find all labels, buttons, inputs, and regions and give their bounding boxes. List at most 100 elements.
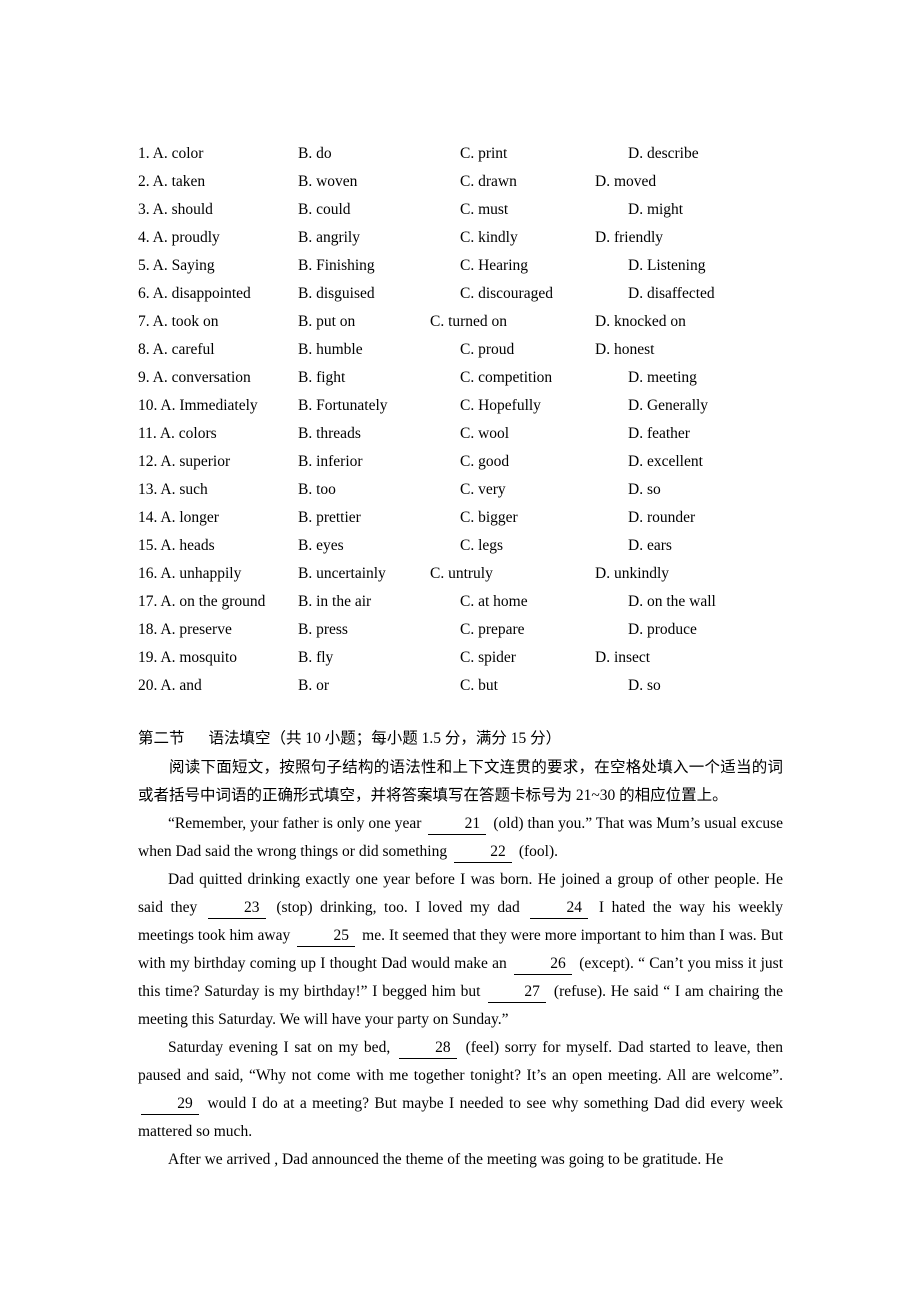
cloze-option-d[interactable]: D. Generally [628,392,708,420]
cloze-option-c[interactable]: C. but [460,672,498,700]
passage-paragraph-3: Saturday evening I sat on my bed, 28 (fe… [138,1034,783,1146]
cloze-option-b[interactable]: B. woven [298,168,357,196]
cloze-option-b[interactable]: B. put on [298,308,355,336]
cloze-option-d[interactable]: D. rounder [628,504,695,532]
cloze-option-d[interactable]: D. describe [628,140,699,168]
cloze-option-d[interactable]: D. ears [628,532,672,560]
cloze-option-d[interactable]: D. so [628,476,661,504]
cloze-option-c[interactable]: C. good [460,448,509,476]
blank-22[interactable]: 22 [453,842,512,863]
cloze-option-a[interactable]: 17. A. on the ground [138,588,265,616]
cloze-option-c[interactable]: C. very [460,476,506,504]
cloze-option-b[interactable]: B. fly [298,644,333,672]
cloze-option-c[interactable]: C. spider [460,644,516,672]
blank-26[interactable]: 26 [513,954,572,975]
cloze-option-d[interactable]: D. on the wall [628,588,716,616]
cloze-option-c[interactable]: C. turned on [430,308,507,336]
cloze-option-row: 8. A. careful B. humble C. proud D. honest [138,336,783,364]
cloze-option-c[interactable]: C. discouraged [460,280,553,308]
cloze-option-a[interactable]: 19. A. mosquito [138,644,237,672]
cloze-option-a[interactable]: 11. A. colors [138,420,217,448]
cloze-option-b[interactable]: B. humble [298,336,363,364]
cloze-option-a[interactable]: 5. A. Saying [138,252,215,280]
cloze-option-b[interactable]: B. fight [298,364,345,392]
cloze-option-b[interactable]: B. uncertainly [298,560,386,588]
cloze-option-b[interactable]: B. in the air [298,588,371,616]
cloze-option-d[interactable]: D. meeting [628,364,697,392]
cloze-option-a[interactable]: 6. A. disappointed [138,280,251,308]
cloze-option-a[interactable]: 18. A. preserve [138,616,232,644]
cloze-option-row: 17. A. on the ground B. in the air C. at h… [138,588,783,616]
cloze-option-d[interactable]: D. so [628,672,661,700]
cloze-option-b[interactable]: B. could [298,196,351,224]
cloze-option-b[interactable]: B. do [298,140,332,168]
cloze-option-d[interactable]: D. feather [628,420,690,448]
cloze-option-b[interactable]: B. threads [298,420,361,448]
cloze-option-c[interactable]: C. bigger [460,504,518,532]
cloze-option-a[interactable]: 14. A. longer [138,504,219,532]
cloze-option-d[interactable]: D. knocked on [595,308,686,336]
cloze-option-a[interactable]: 3. A. should [138,196,213,224]
cloze-option-c[interactable]: C. proud [460,336,514,364]
cloze-option-d[interactable]: D. disaffected [628,280,715,308]
cloze-option-d[interactable]: D. produce [628,616,697,644]
cloze-option-c[interactable]: C. at home [460,588,528,616]
cloze-option-d[interactable]: D. might [628,196,683,224]
cloze-option-a[interactable]: 4. A. proudly [138,224,220,252]
cloze-option-b[interactable]: B. disguised [298,280,375,308]
cloze-option-d[interactable]: D. friendly [595,224,663,252]
cloze-option-a[interactable]: 15. A. heads [138,532,215,560]
cloze-option-c[interactable]: C. prepare [460,616,525,644]
cloze-option-d[interactable]: D. excellent [628,448,703,476]
cloze-option-d[interactable]: D. insect [595,644,650,672]
cloze-option-c[interactable]: C. kindly [460,224,518,252]
cloze-option-a[interactable]: 13. A. such [138,476,208,504]
cloze-option-row: 14. A. longer B. prettier C. bigger D. roun… [138,504,783,532]
blank-24[interactable]: 24 [530,898,589,919]
cloze-option-a[interactable]: 9. A. conversation [138,364,251,392]
cloze-option-c[interactable]: C. competition [460,364,552,392]
cloze-option-b[interactable]: B. Finishing [298,252,375,280]
blank-28[interactable]: 28 [398,1038,457,1059]
cloze-option-a[interactable]: 8. A. careful [138,336,215,364]
cloze-option-c[interactable]: C. untruly [430,560,493,588]
cloze-option-row: 20. A. and B. or C. but D. so [138,672,783,700]
cloze-option-b[interactable]: B. Fortunately [298,392,388,420]
cloze-option-c[interactable]: C. must [460,196,508,224]
cloze-option-b[interactable]: B. angrily [298,224,360,252]
cloze-option-d[interactable]: D. moved [595,168,656,196]
cloze-option-row: 19. A. mosquito B. fly C. spider D. insect [138,644,783,672]
section-two-instruction: 阅读下面短文，按照句子结构的语法性和上下文连贯的要求，在空格处填入一个适当的词或… [138,759,783,804]
cloze-option-d[interactable]: D. unkindly [595,560,669,588]
blank-29[interactable]: 29 [141,1094,199,1115]
cloze-option-c[interactable]: C. Hearing [460,252,528,280]
blank-25[interactable]: 25 [297,926,356,947]
blank-23[interactable]: 23 [207,898,266,919]
exam-page: 1. A. color B. do C. print D. describe 2. A.… [0,0,920,1302]
cloze-option-c[interactable]: C. drawn [460,168,517,196]
cloze-option-row: 11. A. colors B. threads C. wool D. feather [138,420,783,448]
cloze-option-c[interactable]: C. legs [460,532,503,560]
cloze-option-a[interactable]: 12. A. superior [138,448,230,476]
blank-27[interactable]: 27 [488,982,547,1003]
cloze-option-b[interactable]: B. too [298,476,336,504]
cloze-option-d[interactable]: D. Listening [628,252,706,280]
cloze-option-c[interactable]: C. wool [460,420,509,448]
cloze-option-a[interactable]: 2. A. taken [138,168,205,196]
cloze-option-b[interactable]: B. inferior [298,448,363,476]
cloze-option-row: 7. A. took on B. put on C. turned on D. kno… [138,308,783,336]
cloze-option-a[interactable]: 16. A. unhappily [138,560,241,588]
cloze-option-c[interactable]: C. Hopefully [460,392,541,420]
cloze-option-b[interactable]: B. prettier [298,504,361,532]
blank-21[interactable]: 21 [428,814,487,835]
passage-text: would I do at a meeting? But maybe I nee… [138,1095,784,1140]
cloze-option-b[interactable]: B. eyes [298,532,344,560]
cloze-option-b[interactable]: B. press [298,616,348,644]
cloze-option-b[interactable]: B. or [298,672,329,700]
cloze-option-a[interactable]: 20. A. and [138,672,202,700]
cloze-option-a[interactable]: 7. A. took on [138,308,219,336]
cloze-option-d[interactable]: D. honest [595,336,654,364]
cloze-option-c[interactable]: C. print [460,140,507,168]
cloze-option-a[interactable]: 10. A. Immediately [138,392,258,420]
cloze-option-a[interactable]: 1. A. color [138,140,203,168]
